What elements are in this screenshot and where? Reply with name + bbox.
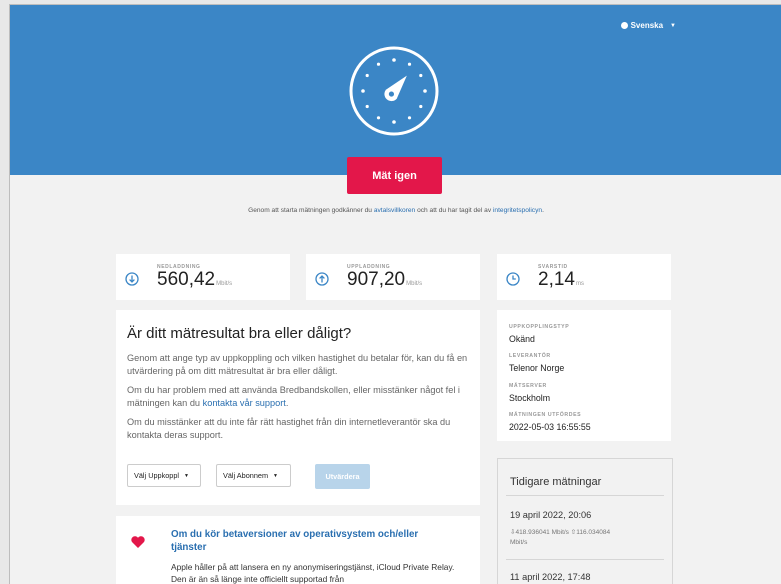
privacy-policy-link[interactable]: integritetspolicyn [493, 207, 542, 214]
support-link[interactable]: kontakta vår support [203, 398, 286, 408]
subscription-select[interactable]: Välj Abonnem ▼ [216, 464, 291, 487]
previous-upload-value: 116.034084 [576, 529, 611, 536]
evaluation-card: Är ditt mätresultat bra eller dåligt? Ge… [116, 310, 480, 505]
divider [506, 495, 664, 496]
upload-value-wrap: 907,20Mbit/s [347, 269, 422, 291]
download-unit: Mbit/s [216, 281, 233, 287]
download-value: 560,42 [157, 269, 216, 290]
upload-unit: Mbit/s [406, 281, 423, 287]
caret-down-icon: ▼ [184, 472, 189, 479]
beta-notice-body: Apple håller på att lansera en ny anonym… [171, 562, 455, 584]
provider-label: LEVERANTÖR [509, 353, 551, 359]
provider-advice: Om du misstänker att du inte får rätt ha… [127, 417, 451, 440]
previous-measurements-title: Tidigare mätningar [510, 476, 602, 488]
measure-again-button[interactable]: Mät igen [347, 157, 442, 194]
language-selector[interactable]: Svenska ▼ [620, 21, 676, 30]
divider [506, 559, 664, 560]
download-value-wrap: 560,42Mbit/s [157, 269, 232, 291]
previous-measurement-date[interactable]: 19 april 2022, 20:06 [510, 510, 591, 520]
performed-value: 2022-05-03 16:55:55 [509, 422, 591, 432]
previous-measurements-panel: Tidigare mätningar 19 april 2022, 20:06 … [497, 458, 673, 584]
provider-value: Telenor Norge [509, 363, 565, 373]
terms-link[interactable]: avtalsvillkoren [374, 207, 415, 214]
header-banner: Svenska ▼ [10, 5, 781, 175]
server-label: MÄTSERVER [509, 383, 547, 389]
terms-text: Genom att starta mätningen godkänner du … [10, 207, 781, 214]
upload-value: 907,20 [347, 269, 406, 290]
beta-notice-heading[interactable]: Om du kör betaversioner av operativsyste… [171, 528, 456, 554]
connection-type-label: UPPKOPPLINGSTYP [509, 324, 570, 330]
language-label: Svenska [630, 21, 664, 30]
previous-measurement-date[interactable]: 11 april 2022, 17:48 [510, 572, 591, 582]
measurement-info-card: UPPKOPPLINGSTYP Okänd LEVERANTÖR Telenor… [497, 310, 671, 441]
evaluate-button[interactable]: Utvärdera [315, 464, 370, 489]
connection-type-value: Okänd [509, 334, 535, 344]
heart-icon [131, 536, 145, 548]
caret-down-icon: ▼ [670, 22, 676, 29]
terms-middle: och att du har tagit del av [415, 207, 493, 214]
latency-value: 2,14 [538, 269, 575, 290]
support-text-suffix: . [285, 397, 289, 408]
globe-icon [620, 22, 628, 29]
connection-type-value: Välj Uppkoppl [134, 471, 180, 480]
previous-measurement-speeds: ⇩418.936041 Mbit/s ⇧116.034084 Mbit/s [510, 528, 660, 548]
download-card: NEDLADDNING 560,42Mbit/s [116, 254, 290, 300]
server-value: Stockholm [509, 393, 551, 403]
browser-viewport: Svenska ▼ Mät igen Genom att starta mätn… [9, 4, 781, 584]
download-arrow-icon [125, 272, 139, 286]
upload-card: UPPLADDNING 907,20Mbit/s [306, 254, 480, 300]
evaluation-heading: Är ditt mätresultat bra eller dåligt? [127, 325, 352, 342]
speedometer-icon [349, 46, 439, 136]
beta-notice-card: Om du kör betaversioner av operativsyste… [116, 516, 480, 584]
terms-suffix: . [542, 207, 544, 214]
previous-upload-unit: Mbit/s [510, 539, 528, 546]
connection-type-select[interactable]: Välj Uppkoppl ▼ [127, 464, 201, 487]
subscription-value: Välj Abonnem [223, 471, 269, 480]
caret-down-icon: ▼ [273, 472, 278, 479]
previous-download-value: 418.936041 Mbit/s [515, 529, 569, 536]
support-text: Om du har problem med att använda Bredba… [127, 384, 472, 409]
latency-unit: ms [575, 281, 584, 287]
performed-label: MÄTNINGEN UTFÖRDES [509, 412, 582, 418]
latency-card: SVARSTID 2,14ms [497, 254, 671, 300]
terms-prefix: Genom att starta mätningen godkänner du [248, 207, 374, 214]
support-text-prefix: Om du har problem med att använda Bredba… [127, 385, 460, 408]
upload-arrow-icon [315, 272, 329, 286]
clock-icon [506, 272, 520, 286]
latency-value-wrap: 2,14ms [538, 269, 584, 291]
evaluation-intro: Genom att ange typ av uppkoppling och vi… [127, 353, 468, 376]
